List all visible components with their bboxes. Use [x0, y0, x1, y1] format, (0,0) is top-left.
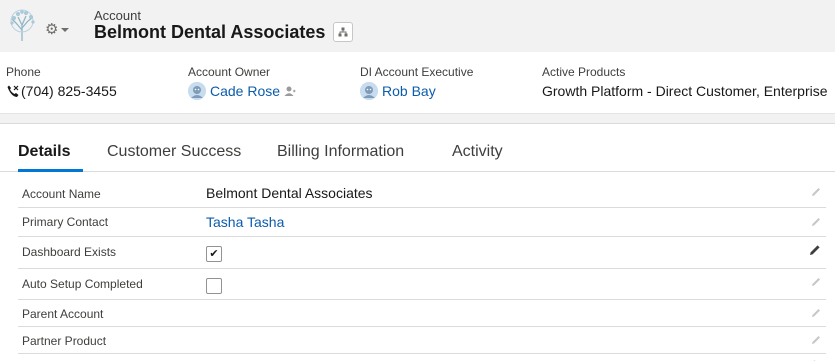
- active-products-field: Active Products Growth Platform - Direct…: [542, 65, 828, 101]
- change-owner-icon[interactable]: [284, 85, 296, 97]
- highlights-panel: Phone (704) 825-3455 Account Owner Cade …: [0, 52, 835, 113]
- active-products-value: Growth Platform - Direct Customer, Enter…: [542, 83, 828, 99]
- section-divider: [0, 113, 835, 124]
- dashboard-exists-checkbox[interactable]: ✔: [206, 246, 222, 262]
- field-row-parent-account: Parent Account: [18, 300, 826, 327]
- phone-field: Phone (704) 825-3455: [6, 65, 117, 101]
- tree-logo-icon[interactable]: [6, 8, 38, 42]
- pencil-icon[interactable]: [810, 216, 822, 228]
- account-owner-link[interactable]: Cade Rose: [210, 83, 280, 99]
- pencil-icon[interactable]: [810, 334, 822, 346]
- tab-activity[interactable]: Activity: [452, 143, 503, 171]
- phone-icon[interactable]: [6, 84, 20, 98]
- field-row-partner-product: Partner Product: [18, 327, 826, 354]
- auto-setup-completed-checkbox[interactable]: [206, 278, 222, 294]
- field-label: Auto Setup Completed: [22, 277, 143, 291]
- account-executive-label: DI Account Executive: [360, 65, 474, 79]
- field-row-dashboard-exists: Dashboard Exists ✔: [18, 237, 826, 269]
- pencil-icon[interactable]: [810, 307, 822, 319]
- pencil-icon[interactable]: [810, 186, 822, 198]
- account-executive-link[interactable]: Rob Bay: [382, 83, 436, 99]
- phone-number[interactable]: (704) 825-3455: [21, 83, 117, 99]
- field-label: Account Name: [22, 187, 101, 201]
- pencil-icon[interactable]: [810, 276, 822, 288]
- field-label: Partner Product: [22, 334, 107, 348]
- account-owner-field: Account Owner Cade Rose: [188, 65, 296, 101]
- record-header: ⚙ Account Belmont Dental Associates: [0, 0, 835, 52]
- object-label: Account: [94, 8, 141, 23]
- tab-bar: Details Customer Success Billing Informa…: [0, 124, 835, 172]
- field-label: Parent Account: [22, 307, 104, 321]
- active-products-label: Active Products: [542, 65, 626, 79]
- primary-contact-link[interactable]: Tasha Tasha: [206, 214, 284, 230]
- tab-billing-information[interactable]: Billing Information: [277, 143, 404, 171]
- chevron-down-icon: [61, 28, 70, 32]
- pencil-icon[interactable]: [808, 243, 822, 257]
- field-row-auto-setup-completed: Auto Setup Completed: [18, 269, 826, 300]
- avatar: [360, 82, 378, 100]
- view-hierarchy-button[interactable]: [333, 22, 353, 42]
- account-owner-label: Account Owner: [188, 65, 271, 79]
- account-executive-field: DI Account Executive Rob Bay: [360, 65, 473, 101]
- field-row-primary-contact: Primary Contact Tasha Tasha: [18, 208, 826, 237]
- field-label: Dashboard Exists: [22, 245, 117, 259]
- tab-details[interactable]: Details: [18, 143, 83, 172]
- field-row-account-name: Account Name Belmont Dental Associates: [18, 178, 826, 208]
- field-label: Primary Contact: [22, 215, 109, 229]
- page-title: Belmont Dental Associates: [94, 22, 326, 42]
- tab-customer-success[interactable]: Customer Success: [107, 143, 241, 171]
- gear-icon: ⚙: [45, 21, 59, 38]
- phone-label: Phone: [6, 65, 41, 79]
- hierarchy-icon: [338, 27, 348, 37]
- account-name-value: Belmont Dental Associates: [206, 185, 373, 201]
- avatar: [188, 82, 206, 100]
- settings-menu-button[interactable]: ⚙: [45, 22, 75, 38]
